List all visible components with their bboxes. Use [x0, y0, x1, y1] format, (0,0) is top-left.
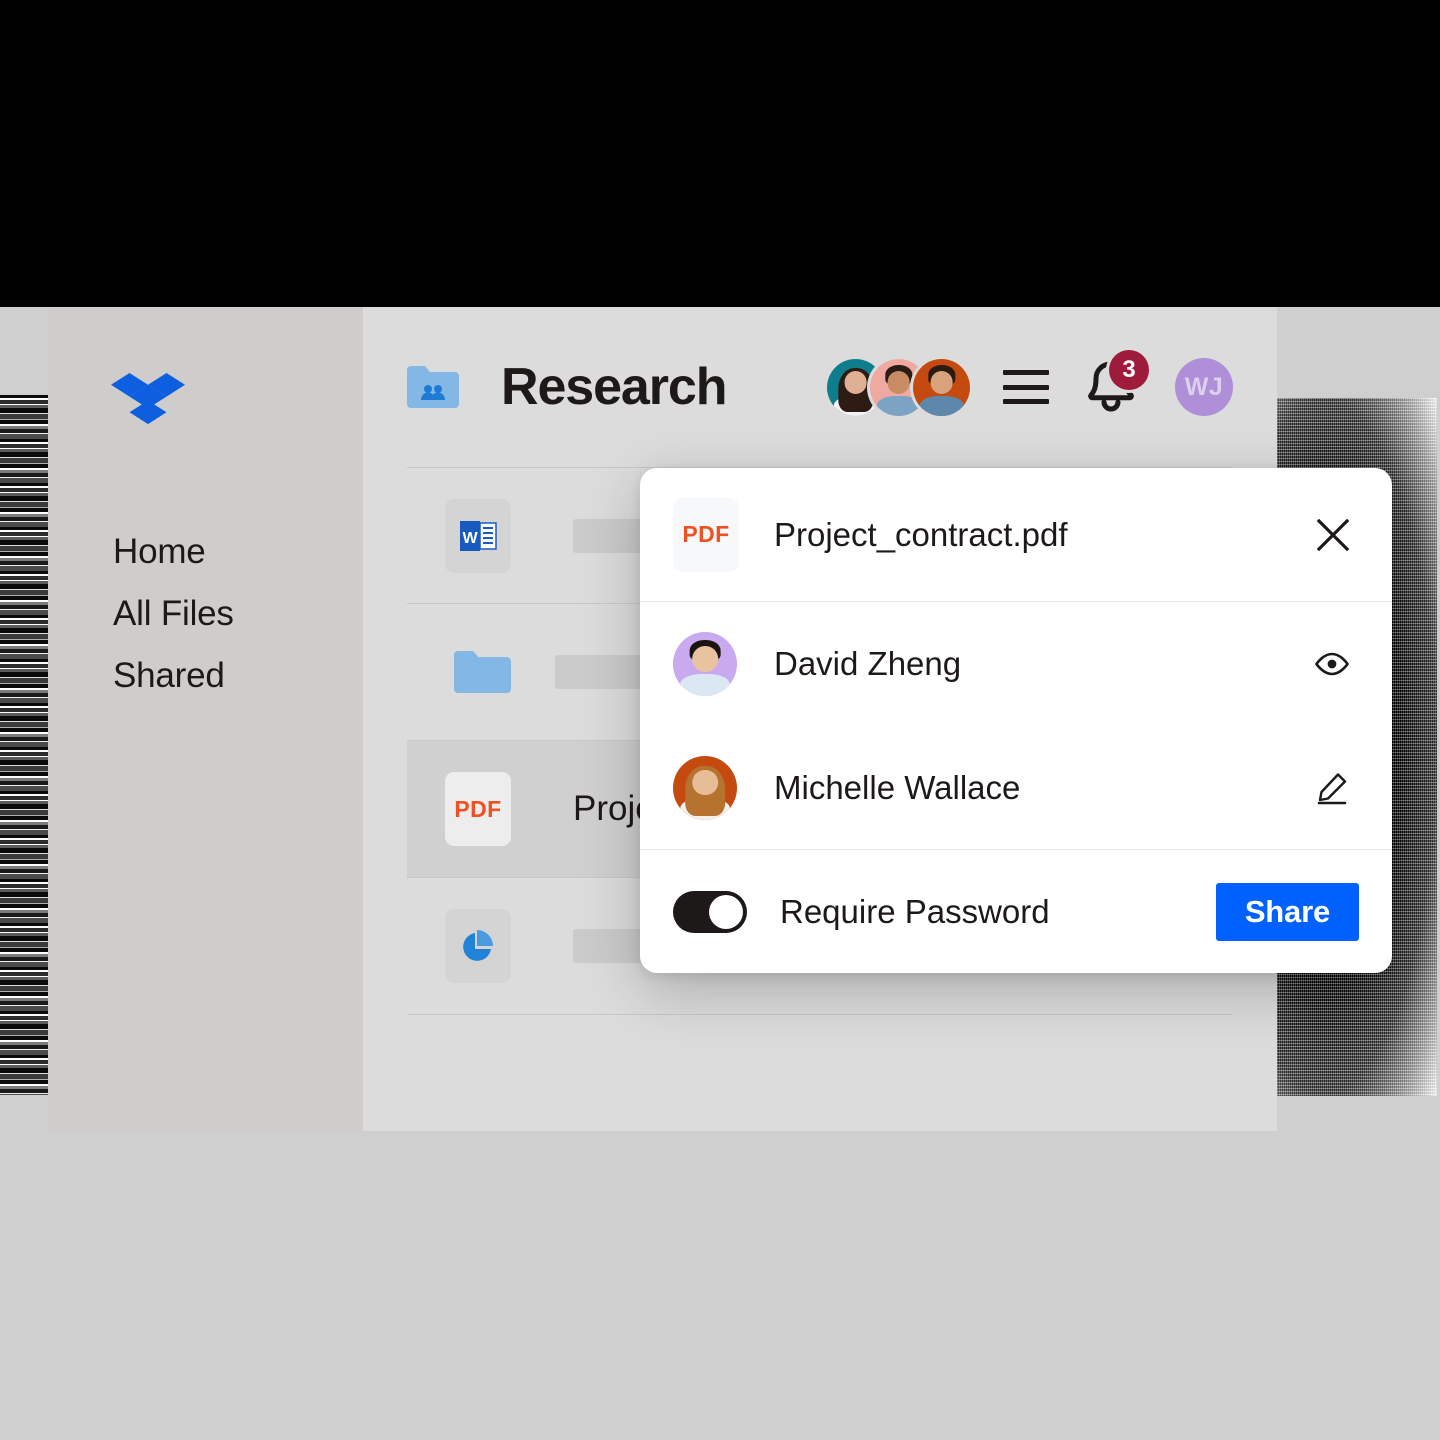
shared-folder-icon	[407, 366, 459, 408]
sidebar-item-shared[interactable]: Shared	[48, 645, 363, 707]
svg-text:W: W	[462, 530, 478, 547]
dropbox-logo-icon[interactable]	[111, 373, 185, 435]
sidebar-item-label: Home	[113, 532, 206, 571]
menu-line	[1003, 370, 1049, 375]
share-dialog-file-name: Project_contract.pdf	[774, 515, 1068, 553]
pencil-icon[interactable]	[1312, 768, 1352, 808]
pdf-file-icon: PDF	[673, 497, 739, 572]
user-initials: WJ	[1184, 372, 1224, 401]
share-dialog-header: PDF Project_contract.pdf	[640, 468, 1392, 602]
toggle-knob	[709, 894, 743, 929]
eye-icon[interactable]	[1312, 644, 1352, 684]
sidebar-item-all-files[interactable]: All Files	[48, 583, 363, 645]
require-password-toggle[interactable]	[673, 890, 747, 933]
menu-line	[1003, 384, 1049, 390]
avatar[interactable]	[913, 358, 970, 416]
word-document-icon: W	[445, 498, 511, 573]
left-noise-artifact	[0, 395, 48, 1095]
notifications-button[interactable]: 3	[1085, 350, 1149, 414]
presentation-chart-icon	[445, 909, 511, 983]
hamburger-menu-icon[interactable]	[1003, 370, 1049, 404]
avatar-image	[913, 359, 970, 416]
menu-line	[1003, 399, 1049, 404]
require-password-label: Require Password	[780, 892, 1050, 930]
sidebar: Home All Files Shared	[48, 307, 363, 1131]
list-item[interactable]: David Zheng	[640, 602, 1392, 726]
sidebar-item-label: Shared	[113, 656, 225, 695]
avatar	[673, 755, 737, 820]
folder-icon	[445, 635, 511, 709]
pdf-badge-label: PDF	[682, 521, 730, 547]
sidebar-item-label: All Files	[113, 594, 234, 633]
sidebar-nav: Home All Files Shared	[48, 521, 363, 707]
collaborator-avatar-stack[interactable]	[827, 358, 970, 416]
pdf-badge-label: PDF	[454, 795, 502, 822]
header-actions: 3 WJ	[827, 350, 1233, 416]
avatar-image	[673, 632, 737, 696]
avatar	[673, 632, 737, 696]
avatar-image	[673, 756, 737, 820]
shared-person-name: David Zheng	[774, 645, 962, 682]
share-dialog: PDF Project_contract.pdf David Zheng Mic…	[640, 468, 1392, 973]
list-item[interactable]: Michelle Wallace	[640, 726, 1392, 850]
content-header: Research 3 WJ	[363, 307, 1277, 467]
close-icon[interactable]	[1314, 516, 1352, 554]
page-title: Research	[501, 358, 727, 416]
share-dialog-footer: Require Password Share	[640, 850, 1392, 973]
shared-person-name: Michelle Wallace	[774, 768, 1021, 806]
user-avatar[interactable]: WJ	[1175, 358, 1233, 416]
share-button[interactable]: Share	[1215, 882, 1359, 941]
notification-badge: 3	[1109, 350, 1149, 390]
pdf-file-icon: PDF	[445, 772, 511, 846]
sidebar-item-home[interactable]: Home	[48, 521, 363, 583]
